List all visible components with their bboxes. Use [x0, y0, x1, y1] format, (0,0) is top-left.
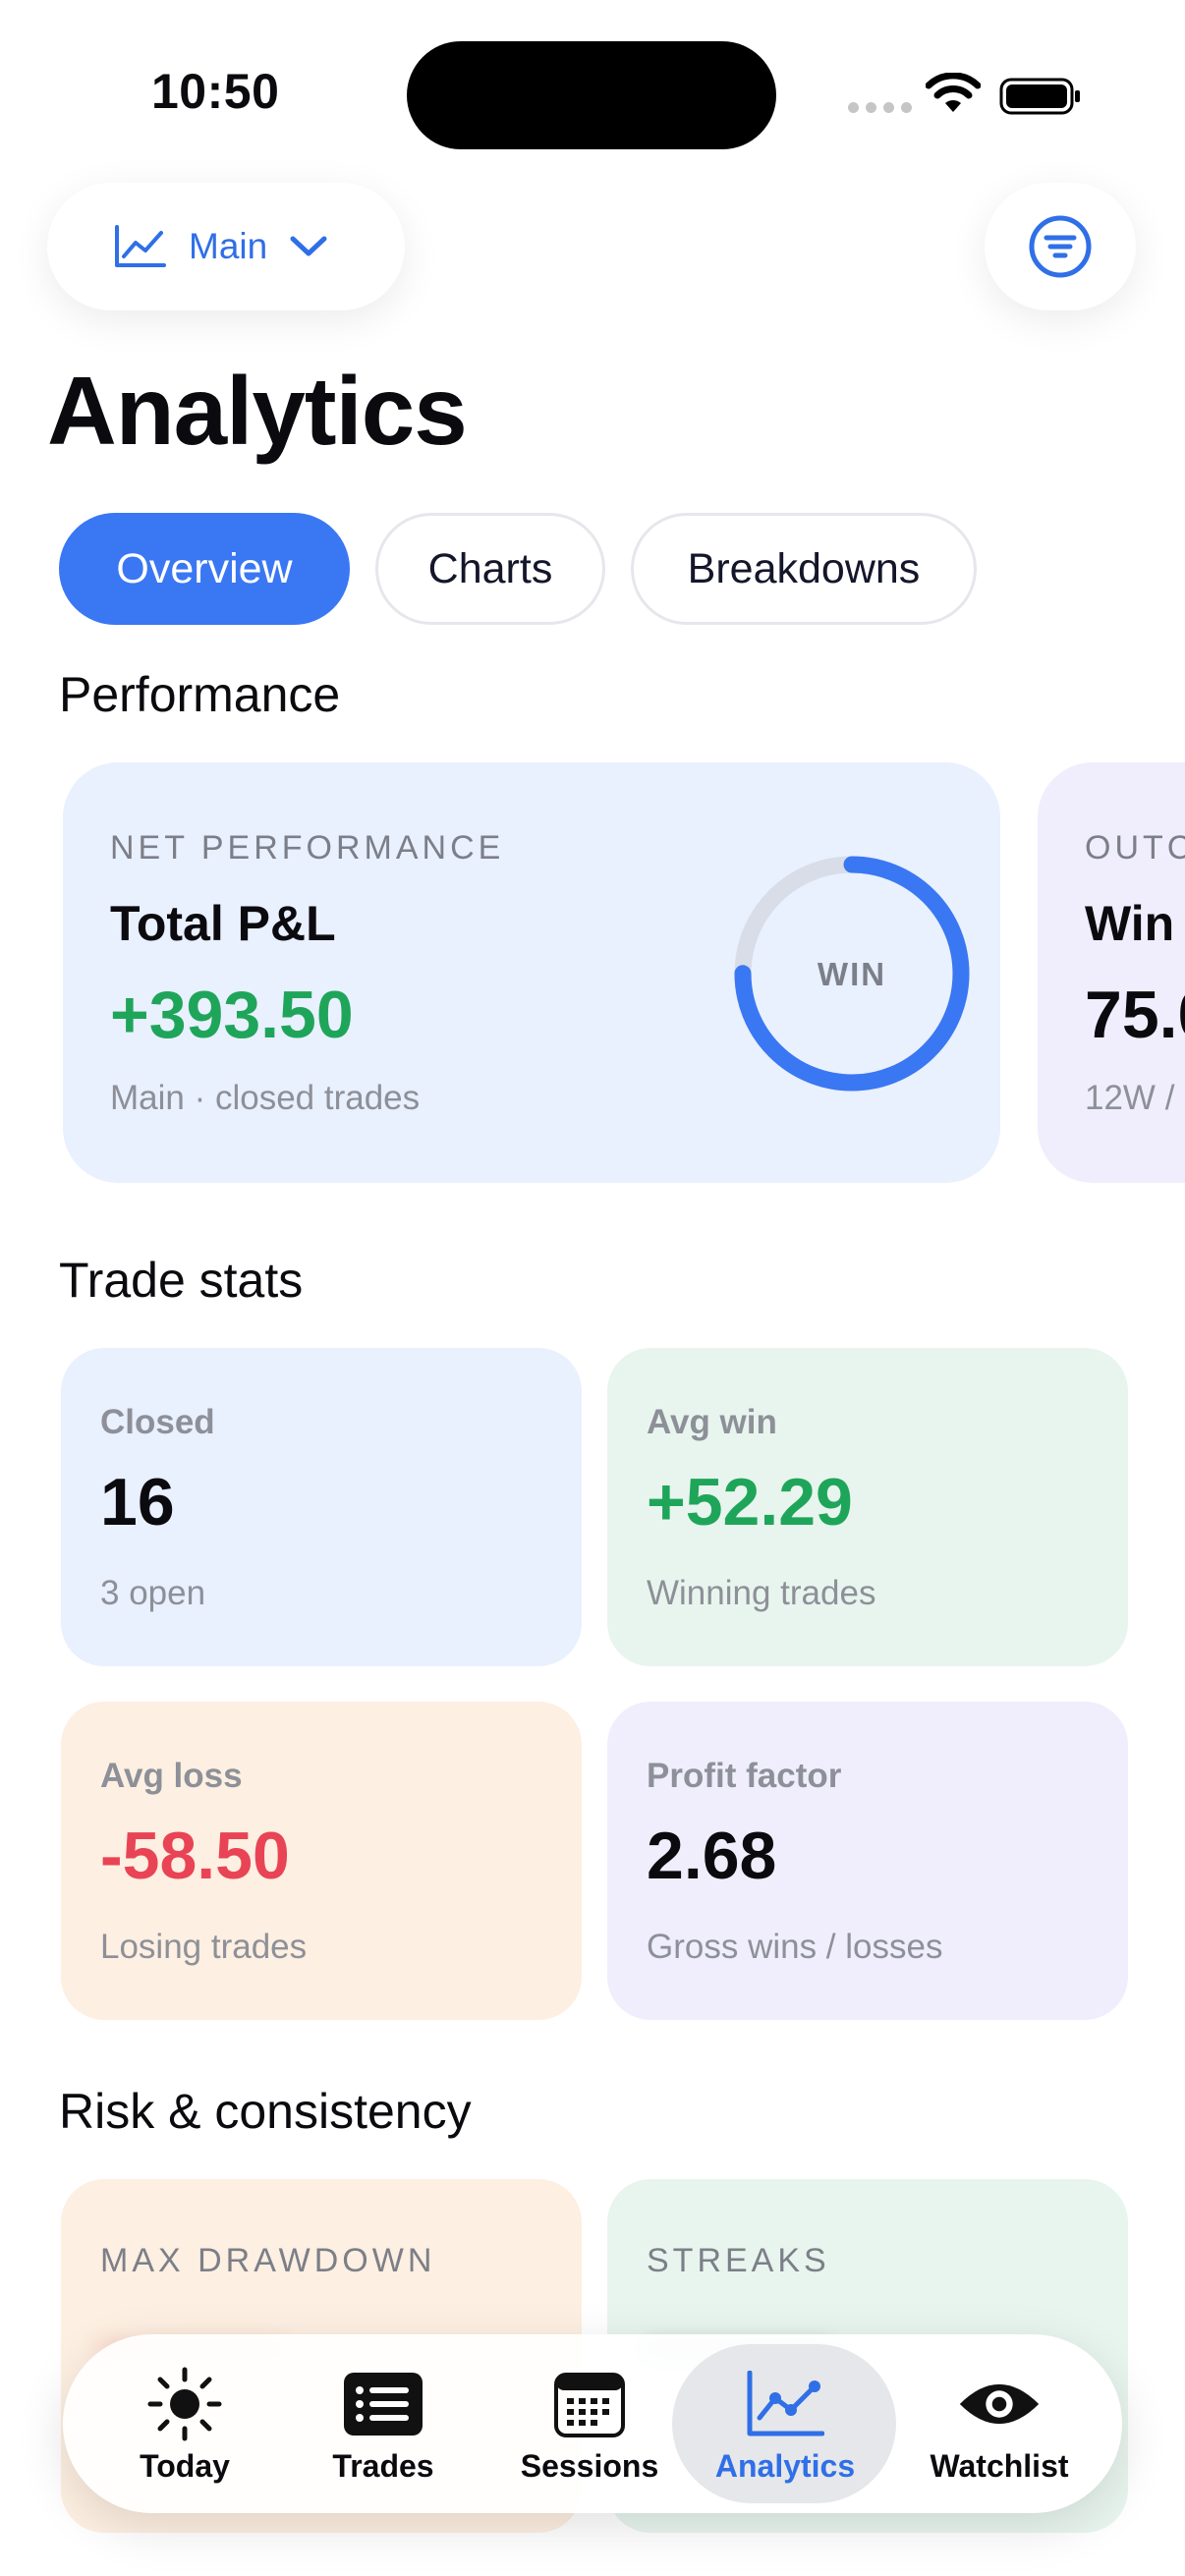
card-subtitle: 12W / — [1085, 1079, 1175, 1117]
win-rate-ring: WIN — [734, 856, 970, 1092]
segment-tabs: Overview Charts Breakdowns — [59, 513, 977, 625]
stat-label: Profit factor — [647, 1757, 842, 1795]
stat-value: -58.50 — [100, 1819, 290, 1893]
stat-hint: Winning trades — [647, 1574, 876, 1612]
card-subtitle: Main · closed trades — [110, 1079, 421, 1117]
tabbar-label: Today — [140, 2448, 230, 2484]
calendar-icon — [554, 2373, 625, 2437]
card-eyebrow: STREAKS — [647, 2242, 830, 2279]
stat-hint: Losing trades — [100, 1928, 308, 1966]
card-eyebrow: NET PERFORMANCE — [110, 829, 505, 867]
total-pnl-value: +393.50 — [110, 978, 354, 1052]
tabbar-label: Watchlist — [930, 2448, 1069, 2484]
filter-lines-icon — [1029, 215, 1092, 278]
filter-button[interactable] — [985, 183, 1136, 310]
analytics-screen: 10:50 Main Analytics Overview Charts Bre… — [0, 0, 1185, 2576]
tabbar-label: Trades — [332, 2448, 434, 2484]
outcomes-card[interactable]: OUTC Win 75.0 12W / — [1038, 762, 1185, 1183]
chevron-down-icon — [290, 236, 327, 256]
chart-line-icon — [747, 2371, 824, 2436]
card-name: Total P&L — [110, 896, 336, 951]
battery-icon — [999, 78, 1080, 115]
account-label: Main — [189, 226, 268, 266]
section-title-trade-stats: Trade stats — [59, 1253, 304, 1308]
stat-hint: Gross wins / losses — [647, 1928, 943, 1966]
status-time: 10:50 — [151, 64, 280, 119]
profit-factor-card[interactable]: Profit factor 2.68 Gross wins / losses — [607, 1702, 1128, 2020]
stat-label: Closed — [100, 1403, 215, 1441]
avg-loss-card[interactable]: Avg loss -58.50 Losing trades — [61, 1702, 582, 2020]
page-title: Analytics — [47, 357, 468, 465]
tabbar-item-trades[interactable]: Trades — [322, 2334, 444, 2513]
stat-label: Avg win — [647, 1403, 777, 1441]
account-selector[interactable]: Main — [47, 183, 405, 310]
tabbar-item-sessions[interactable]: Sessions — [511, 2334, 668, 2513]
tabbar-item-today[interactable]: Today — [124, 2334, 246, 2513]
wifi-icon — [926, 73, 981, 112]
card-eyebrow: OUTC — [1085, 829, 1185, 867]
eye-icon — [959, 2383, 1040, 2425]
stat-hint: 3 open — [100, 1574, 206, 1612]
closed-trades-card[interactable]: Closed 16 3 open — [61, 1348, 582, 1666]
section-title-performance: Performance — [59, 667, 341, 722]
list-icon — [344, 2373, 423, 2436]
cellular-signal-icon — [848, 102, 912, 113]
dynamic-island — [407, 41, 776, 149]
tabbar-item-analytics[interactable]: Analytics — [711, 2334, 859, 2513]
card-name: Win — [1085, 896, 1175, 951]
card-eyebrow: MAX DRAWDOWN — [100, 2242, 436, 2279]
trend-chart-icon — [115, 225, 166, 267]
stat-value: 2.68 — [647, 1819, 777, 1893]
tabbar-label: Sessions — [520, 2448, 659, 2484]
section-title-risk: Risk & consistency — [59, 2084, 472, 2139]
stat-value: 16 — [100, 1465, 175, 1540]
stat-value: +52.29 — [647, 1465, 853, 1540]
net-performance-card[interactable]: NET PERFORMANCE Total P&L +393.50 Main ·… — [63, 762, 1000, 1183]
tab-breakdowns[interactable]: Breakdowns — [631, 513, 977, 625]
bottom-tab-bar: Today Trades Sessions Analytics Watchlis… — [63, 2334, 1122, 2513]
win-rate-value: 75.0 — [1085, 978, 1185, 1052]
tab-charts[interactable]: Charts — [375, 513, 605, 625]
ring-label: WIN — [818, 956, 886, 992]
tabbar-label: Analytics — [714, 2448, 856, 2484]
sun-icon — [147, 2367, 222, 2441]
tabbar-item-watchlist[interactable]: Watchlist — [926, 2334, 1073, 2513]
tab-overview[interactable]: Overview — [59, 513, 350, 625]
avg-win-card[interactable]: Avg win +52.29 Winning trades — [607, 1348, 1128, 1666]
stat-label: Avg loss — [100, 1757, 243, 1795]
